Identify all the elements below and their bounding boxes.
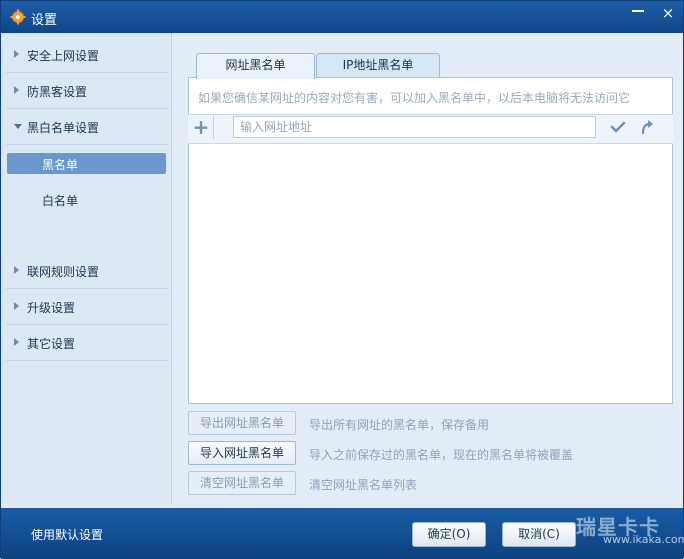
default-settings-link[interactable]: 使用默认设置 [31, 526, 103, 543]
sidebar-item-anti-hacker[interactable]: 防黑客设置 [6, 72, 169, 109]
sidebar-item-network-rules[interactable]: 联网规则设置 [6, 252, 169, 289]
tab-url-blacklist[interactable]: 网址黑名单 [196, 53, 315, 79]
sidebar: 安全上网设置 防黑客设置 黑白名单设置 黑名单 白名单 联网规则设置 升级设置 … [1, 33, 172, 503]
chevron-right-icon [14, 50, 19, 58]
watermark: 瑞星卡卡 www.ikaka.com [569, 508, 684, 559]
sidebar-item-label: 防黑客设置 [27, 85, 88, 99]
clear-description: 清空网址黑名单列表 [309, 478, 418, 492]
sidebar-subitem-whitelist[interactable]: 白名单 [7, 189, 166, 210]
check-icon[interactable] [609, 118, 627, 136]
sidebar-item-label: 升级设置 [27, 301, 76, 315]
sidebar-item-black-white-list[interactable]: 黑白名单设置 [6, 108, 169, 145]
title-bar[interactable]: 设置 × [1, 1, 683, 33]
add-url-button[interactable]: + [189, 115, 214, 139]
sidebar-item-label: 联网规则设置 [27, 265, 100, 279]
sidebar-item-label: 其它设置 [27, 337, 76, 351]
url-input[interactable] [233, 116, 596, 138]
export-blacklist-button[interactable]: 导出网址黑名单 [188, 411, 296, 435]
sidebar-subitem-label: 黑名单 [42, 158, 79, 172]
settings-window: 设置 × 安全上网设置 防黑客设置 黑白名单设置 黑名单 白名单 联网规则设置 [0, 0, 684, 559]
sidebar-item-safe-browsing[interactable]: 安全上网设置 [6, 36, 169, 73]
import-blacklist-button[interactable]: 导入网址黑名单 [188, 441, 296, 465]
chevron-down-icon [14, 124, 22, 129]
cancel-button[interactable]: 取消(C) [502, 522, 576, 547]
sidebar-subitem-label: 白名单 [42, 194, 79, 208]
gear-icon [10, 9, 26, 25]
sidebar-item-label: 黑白名单设置 [27, 121, 100, 135]
window-title: 设置 [31, 13, 58, 28]
close-button[interactable]: × [655, 3, 681, 25]
sidebar-subitem-blacklist[interactable]: 黑名单 [7, 153, 166, 174]
sidebar-item-label: 安全上网设置 [27, 49, 100, 63]
tab-ip-blacklist[interactable]: IP地址黑名单 [316, 53, 440, 78]
chevron-right-icon [14, 302, 19, 310]
sidebar-item-upgrade[interactable]: 升级设置 [6, 288, 169, 325]
close-icon: × [661, 4, 675, 22]
clear-blacklist-button[interactable]: 清空网址黑名单 [188, 471, 296, 495]
chevron-right-icon [14, 266, 19, 274]
ok-button[interactable]: 确定(O) [412, 522, 486, 547]
chevron-right-icon [14, 86, 19, 94]
main-panel: 网址黑名单 IP地址黑名单 如果您确信某网址的内容对您有害，可以加入黑名单中，以… [172, 33, 683, 503]
footer-bar: 使用默认设置 确定(O) 取消(C) 瑞星卡卡 www.ikaka.com [1, 508, 684, 559]
sidebar-item-other[interactable]: 其它设置 [6, 324, 169, 361]
redo-icon[interactable] [638, 118, 656, 136]
blacklist-list[interactable] [189, 144, 672, 402]
plus-icon: + [192, 115, 210, 139]
chevron-right-icon [14, 338, 19, 346]
export-description: 导出所有网址的黑名单，保存备用 [309, 418, 490, 432]
import-description: 导入之前保存过的黑名单，现在的黑名单将被覆盖 [309, 448, 574, 462]
watermark-url: www.ikaka.com [603, 533, 684, 546]
hint-text: 如果您确信某网址的内容对您有害，可以加入黑名单中，以后本电脑将无法访问它 [198, 91, 631, 105]
minimize-button[interactable] [625, 3, 651, 25]
